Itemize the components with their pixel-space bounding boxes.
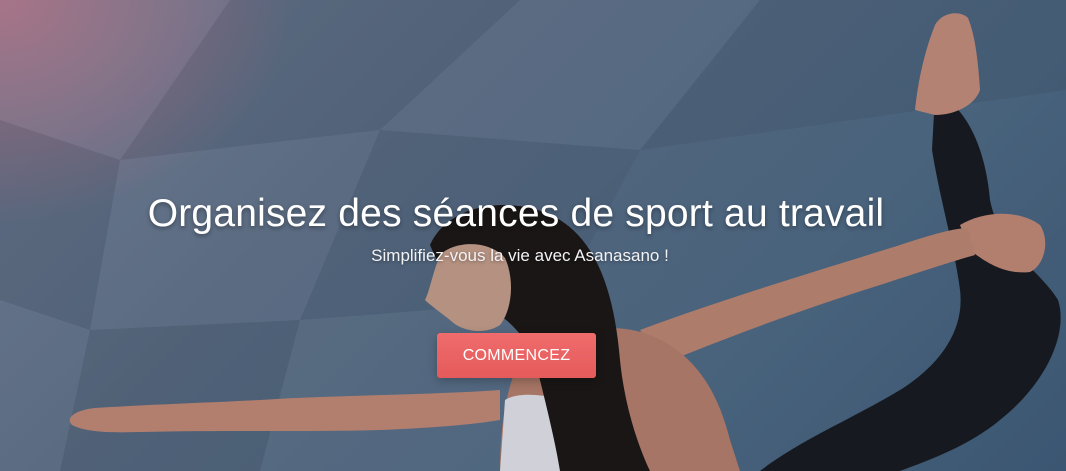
start-button[interactable]: COMMENCEZ <box>437 333 596 378</box>
hero-subtitle: Simplifiez-vous la vie avec Asanasano ! <box>371 246 669 265</box>
hero-headline: Organisez des séances de sport au travai… <box>147 192 885 236</box>
hero-section: Organisez des séances de sport au travai… <box>0 0 1066 471</box>
